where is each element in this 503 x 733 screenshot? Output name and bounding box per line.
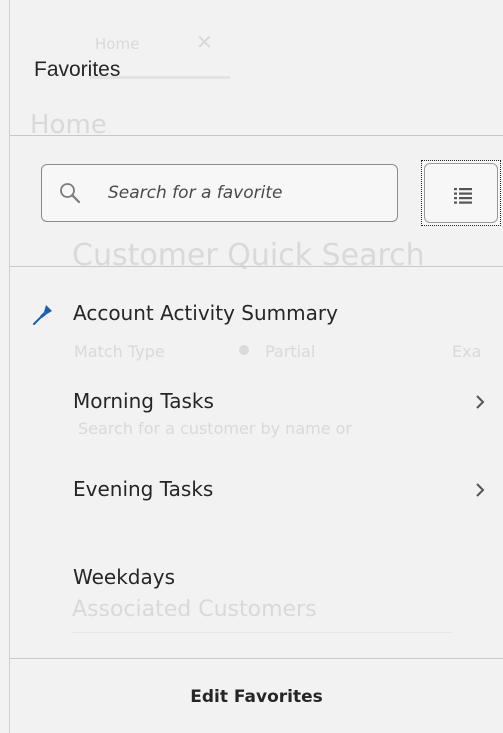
- pin-icon: [33, 305, 52, 325]
- search-placeholder: Search for a favorite: [108, 183, 283, 203]
- list-view-button[interactable]: [421, 160, 501, 226]
- favorite-item-label: Weekdays: [73, 565, 176, 589]
- favorite-item-evening-tasks[interactable]: Evening Tasks: [10, 460, 503, 520]
- chevron-right-icon: [476, 483, 485, 497]
- favorites-title: Favorites: [34, 58, 121, 81]
- favorite-item-weekdays[interactable]: Weekdays: [10, 548, 503, 608]
- chevron-right-icon: [476, 395, 485, 409]
- favorite-item-morning-tasks[interactable]: Morning Tasks: [10, 372, 503, 432]
- list-view-button-frame: [424, 163, 498, 223]
- favorite-item-label: Morning Tasks: [73, 389, 214, 413]
- list-icon: [454, 188, 472, 204]
- search-icon: [60, 183, 81, 204]
- panel-left-border: [9, 0, 10, 733]
- favorites-panel: Favorites Search for a favorite Account …: [0, 0, 503, 733]
- edit-favorites-button[interactable]: Edit Favorites: [10, 672, 503, 722]
- title-divider: [10, 135, 503, 136]
- favorites-search-input[interactable]: Search for a favorite: [41, 164, 398, 222]
- favorite-item-label: Evening Tasks: [73, 477, 214, 501]
- search-divider: [10, 266, 503, 267]
- favorite-item-account-activity-summary[interactable]: Account Activity Summary: [10, 284, 503, 344]
- screen: Home ✕ Home Customer Quick Search Match …: [0, 0, 503, 733]
- footer-divider: [10, 658, 503, 659]
- favorite-item-label: Account Activity Summary: [73, 301, 338, 325]
